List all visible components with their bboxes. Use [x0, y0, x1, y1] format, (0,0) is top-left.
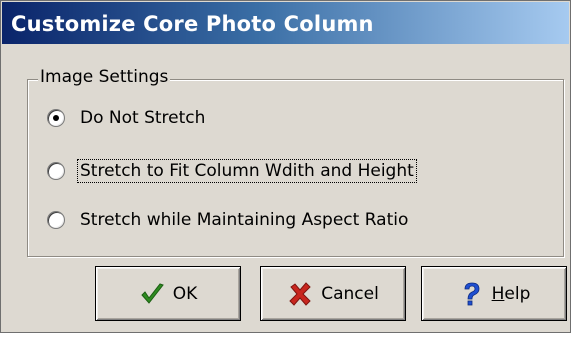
radio-label: Stretch while Maintaining Aspect Ratio: [80, 210, 409, 230]
radio-label: Do Not Stretch: [80, 108, 206, 128]
help-label-rest: elp: [504, 283, 531, 304]
cancel-button[interactable]: Cancel: [260, 266, 406, 321]
help-label: Help: [492, 284, 531, 304]
cancel-label: Cancel: [321, 283, 379, 304]
ok-button[interactable]: OK: [95, 266, 241, 321]
help-mnemonic: H: [491, 283, 505, 304]
radio-maintain-aspect[interactable]: Stretch while Maintaining Aspect Ratio: [47, 208, 410, 232]
radio-label: Stretch to Fit Column Wdith and Height: [77, 159, 417, 183]
ok-label: OK: [172, 283, 198, 304]
title-bar[interactable]: Customize Core Photo Column: [2, 2, 569, 44]
question-mark-icon: [464, 282, 480, 305]
image-settings-legend: Image Settings: [38, 67, 171, 87]
radio-button[interactable]: [47, 162, 65, 180]
radio-button-selected[interactable]: [47, 109, 65, 127]
checkmark-icon: [141, 282, 164, 304]
red-x-icon: [289, 281, 311, 306]
radio-stretch-to-fit[interactable]: Stretch to Fit Column Wdith and Height: [47, 159, 417, 183]
radio-do-not-stretch[interactable]: Do Not Stretch: [47, 106, 207, 130]
radio-dot: [53, 115, 59, 121]
customize-core-photo-dialog: Customize Core Photo Column Image Settin…: [0, 0, 571, 333]
help-button[interactable]: Help: [421, 266, 567, 321]
radio-button[interactable]: [47, 211, 65, 229]
window-title: Customize Core Photo Column: [11, 12, 374, 36]
